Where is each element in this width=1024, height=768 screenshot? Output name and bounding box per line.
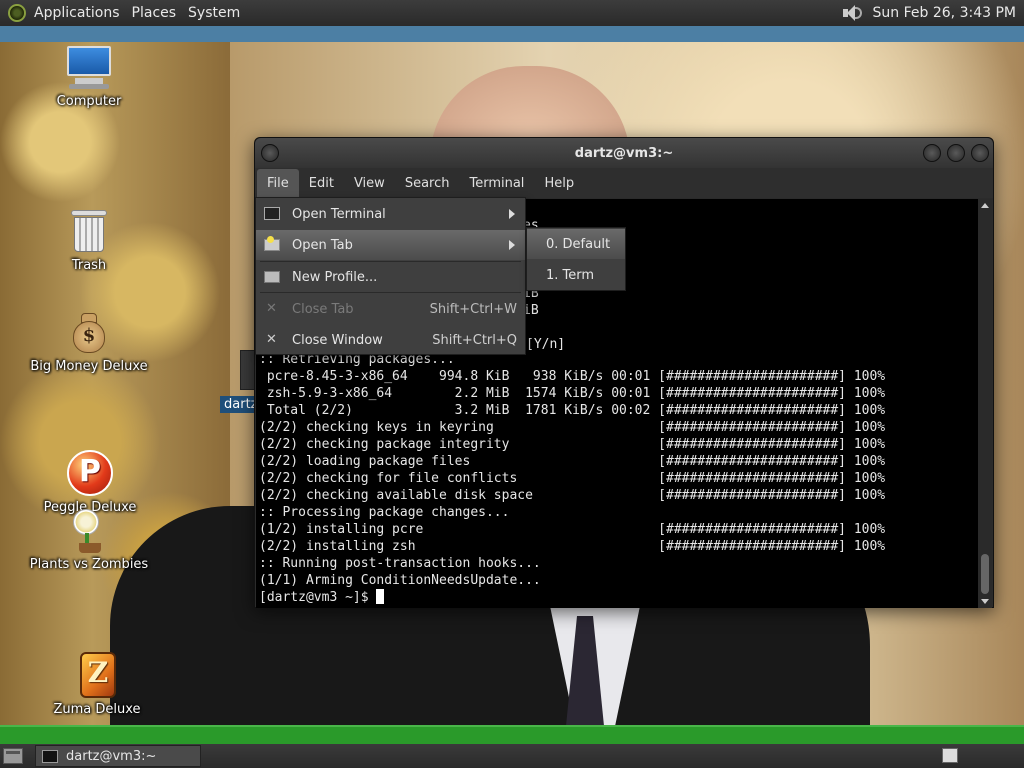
menu-help[interactable]: Help	[534, 169, 584, 198]
desktop-icon-label: Big Money Deluxe	[30, 359, 148, 374]
bottom-panel: dartz@vm3:~	[0, 744, 1024, 768]
file-menu-dropdown: Open Terminal Open Tab New Profile... ✕ …	[255, 197, 526, 355]
terminal-line: :: Processing package changes...	[259, 505, 510, 520]
close-button[interactable]	[971, 144, 989, 162]
text-cursor	[376, 589, 385, 604]
terminal-icon	[42, 749, 58, 763]
menu-terminal[interactable]: Terminal	[459, 169, 534, 198]
close-icon: ✕	[266, 332, 277, 347]
open-tab-submenu: 0. Default 1. Term	[526, 227, 626, 291]
desktop-icon-plants-vs-zombies[interactable]: Plants vs Zombies	[24, 509, 154, 572]
terminal-line: pcre-8.45-3-x86_64 994.8 KiB 938 KiB/s 0…	[259, 369, 886, 384]
maximize-button[interactable]	[947, 144, 965, 162]
menu-item-shortcut: Shift+Ctrl+Q	[432, 332, 517, 348]
plants-vs-zombies-icon	[69, 509, 109, 553]
profile-icon	[264, 270, 280, 284]
tab-icon	[264, 236, 280, 252]
window-title: dartz@vm3:~	[574, 146, 674, 161]
places-menu[interactable]: Places	[126, 5, 183, 21]
desktop-icon-label: Plants vs Zombies	[29, 557, 149, 572]
computer-icon	[65, 46, 113, 90]
menu-item-close-tab: ✕ Close Tab Shift+Ctrl+W	[256, 294, 525, 324]
menu-item-open-terminal[interactable]: Open Terminal	[256, 199, 525, 229]
menu-edit[interactable]: Edit	[299, 169, 344, 198]
peggle-icon: P	[67, 450, 113, 496]
menu-item-shortcut: Shift+Ctrl+W	[429, 301, 517, 317]
terminal-line: (2/2) installing zsh [##################…	[259, 539, 886, 554]
menu-item-label: Close Tab	[292, 301, 354, 317]
show-desktop-icon[interactable]	[3, 748, 23, 764]
menu-item-label: Open Tab	[292, 237, 353, 253]
menu-view[interactable]: View	[344, 169, 395, 198]
clock[interactable]: Sun Feb 26, 3:43 PM	[873, 5, 1016, 21]
desktop-icon-zuma[interactable]: Z Zuma Deluxe	[32, 652, 162, 717]
terminal-lines: :: Retrieving packages... pcre-8.45-3-x8…	[259, 351, 885, 606]
menu-item-new-profile[interactable]: New Profile...	[256, 262, 525, 292]
menu-item-label: New Profile...	[292, 269, 378, 285]
desktop-icon-peggle[interactable]: P Peggle Deluxe	[25, 450, 155, 515]
scrollbar-thumb[interactable]	[981, 554, 989, 594]
taskbar-item-label: dartz@vm3:~	[66, 748, 157, 764]
minimize-button[interactable]	[923, 144, 941, 162]
speaker-icon[interactable]	[841, 4, 863, 22]
menu-file[interactable]: File	[257, 168, 299, 198]
terminal-line: :: Running post-transaction hooks...	[259, 556, 541, 571]
terminal-line: (1/1) Arming ConditionNeedsUpdate...	[259, 573, 541, 588]
terminal-line: (2/2) checking package integrity [######…	[259, 437, 886, 452]
money-bag-icon: $	[69, 311, 109, 355]
terminal-prompt: [dartz@vm3 ~]$	[259, 590, 377, 605]
workspace-switcher-icon[interactable]	[942, 748, 958, 763]
desktop-icon-trash[interactable]: Trash	[24, 208, 154, 273]
terminal-icon	[264, 207, 280, 221]
scroll-down-arrow-icon[interactable]	[981, 599, 989, 604]
submenu-item-term[interactable]: 1. Term	[527, 260, 625, 290]
zuma-icon: Z	[78, 652, 116, 698]
trash-icon	[69, 208, 109, 254]
menu-search[interactable]: Search	[395, 169, 460, 198]
terminal-line: Total (2/2) 3.2 MiB 1781 KiB/s 00:02 [##…	[259, 403, 886, 418]
terminal-prompt-line[interactable]: [dartz@vm3 ~]$	[259, 589, 885, 606]
distro-logo-icon[interactable]	[8, 4, 26, 22]
taskbar-item-terminal[interactable]: dartz@vm3:~	[35, 745, 201, 767]
terminal-line: (1/2) installing pcre [#################…	[259, 522, 886, 537]
desktop-icon-label: Zuma Deluxe	[53, 702, 141, 717]
desktop-icon-computer[interactable]: Computer	[24, 46, 154, 109]
system-menu[interactable]: System	[182, 5, 246, 21]
desktop-icon-big-money[interactable]: $ Big Money Deluxe	[24, 311, 154, 374]
desktop-icon-label: Trash	[71, 258, 107, 273]
submenu-arrow-icon	[509, 240, 515, 250]
submenu-arrow-icon	[509, 209, 515, 219]
menu-item-label: Open Terminal	[292, 206, 386, 222]
submenu-item-default[interactable]: 0. Default	[527, 229, 625, 259]
close-icon: ✕	[266, 301, 277, 316]
window-titlebar[interactable]: dartz@vm3:~	[255, 138, 993, 168]
menu-separator	[260, 292, 521, 293]
menu-item-close-window[interactable]: ✕ Close Window Shift+Ctrl+Q	[256, 325, 525, 355]
scroll-up-arrow-icon[interactable]	[981, 203, 989, 208]
green-band	[0, 725, 1024, 744]
terminal-line: zsh-5.9-3-x86_64 2.2 MiB 1574 KiB/s 00:0…	[259, 386, 886, 401]
terminal-line: (2/2) loading package files [###########…	[259, 454, 886, 469]
wallpaper-band	[0, 26, 1024, 42]
applications-menu[interactable]: Applications	[28, 5, 126, 21]
terminal-line: (2/2) checking available disk space [###…	[259, 488, 886, 503]
top-panel: Applications Places System Sun Feb 26, 3…	[0, 0, 1024, 26]
terminal-line: (2/2) checking keys in keyring [########…	[259, 420, 886, 435]
menu-item-open-tab[interactable]: Open Tab	[256, 230, 525, 260]
terminal-scrollbar[interactable]	[978, 199, 992, 608]
menu-item-label: Close Window	[292, 332, 383, 348]
terminal-line: (2/2) checking for file conflicts [#####…	[259, 471, 886, 486]
terminal-menubar: File Edit View Search Terminal Help	[255, 168, 993, 198]
desktop-icon-label: Computer	[56, 94, 122, 109]
